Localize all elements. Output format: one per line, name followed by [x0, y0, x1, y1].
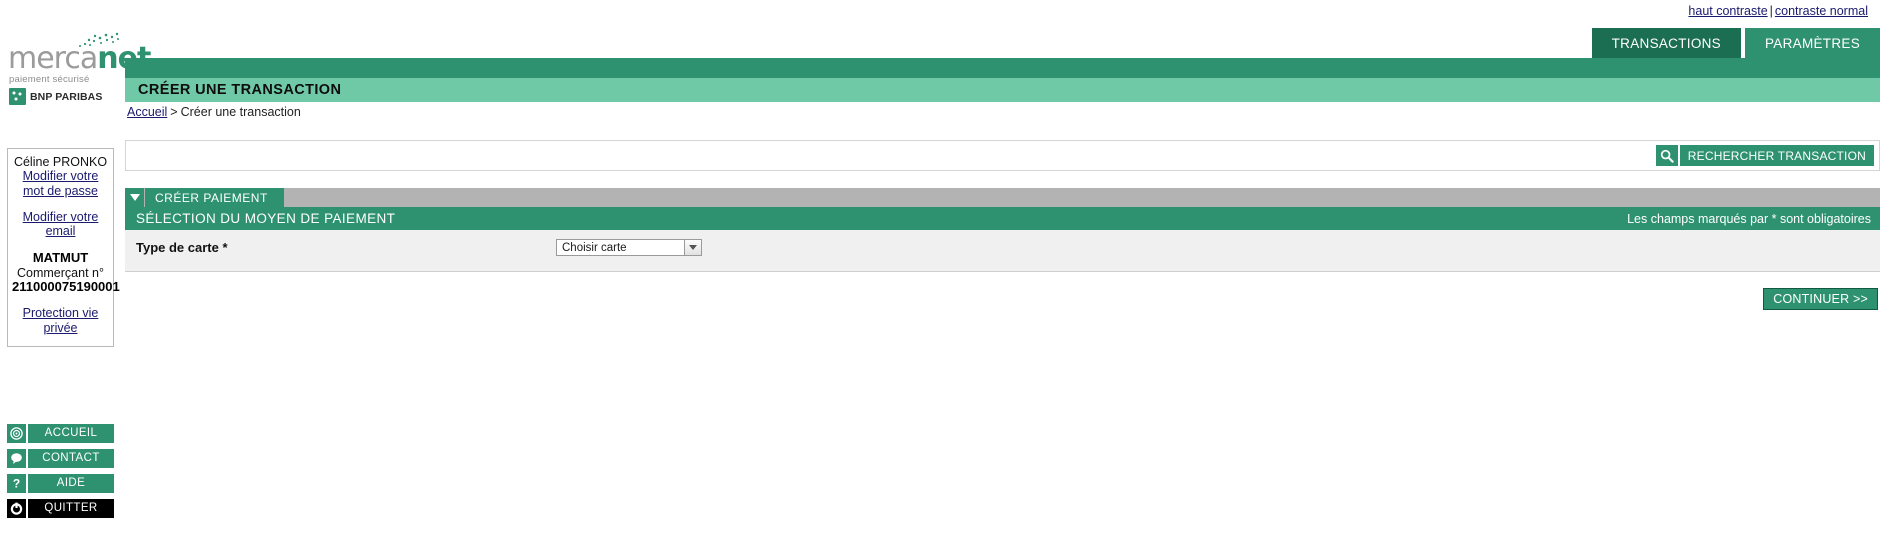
search-button-label: RECHERCHER TRANSACTION	[1679, 145, 1874, 166]
bnp-paribas-logo: BNP PARIBAS	[9, 88, 102, 105]
target-icon	[7, 424, 26, 443]
caret-down-icon[interactable]	[125, 188, 144, 207]
sidebar-item-aide-label: AIDE	[28, 474, 114, 493]
breadcrumb: Accueil > Créer une transaction	[127, 105, 301, 119]
search-input[interactable]	[126, 141, 1656, 170]
main-content: RECHERCHER TRANSACTION CRÉER PAIEMENT SÉ…	[125, 140, 1880, 310]
power-off-icon	[7, 499, 26, 518]
user-info-panel: Céline PRONKO Modifier votre mot de pass…	[7, 148, 120, 347]
sidebar-item-accueil-label: ACCUEIL	[28, 424, 114, 443]
required-fields-note: Les champs marqués par * sont obligatoir…	[1627, 211, 1871, 226]
main-navigation-tabs: TRANSACTIONS PARAMÈTRES	[1591, 28, 1880, 58]
sidebar-item-quitter[interactable]: QUITTER	[7, 499, 114, 518]
tab-parametres-label: PARAMÈTRES	[1764, 35, 1860, 51]
logo-word-merca: merca	[8, 41, 98, 76]
breadcrumb-separator: >	[170, 105, 178, 119]
mercanet-logo[interactable]: mercanet paiement sécurisé BNP PARIBAS	[6, 28, 151, 106]
sidebar-item-quitter-label: QUITTER	[28, 499, 114, 518]
tab-transactions[interactable]: TRANSACTIONS	[1591, 28, 1741, 58]
search-bar: RECHERCHER TRANSACTION	[125, 140, 1880, 171]
page-title-bar: CRÉER UNE TRANSACTION	[125, 78, 1880, 102]
card-type-label: Type de carte *	[136, 240, 228, 255]
payment-method-panel-body: Type de carte * Choisir carte	[125, 230, 1880, 272]
merchant-name: MATMUT	[32, 250, 89, 265]
sidebar-item-accueil[interactable]: ACCUEIL	[7, 424, 114, 443]
logo-tagline: paiement sécurisé	[9, 74, 90, 85]
nav-band	[125, 58, 1880, 78]
contrast-links: haut contraste | contraste normal	[1688, 4, 1868, 18]
question-mark-icon: ?	[7, 474, 26, 493]
bnp-stars-icon	[9, 88, 26, 105]
creer-paiement-section-bar: CRÉER PAIEMENT	[125, 188, 1880, 207]
creer-paiement-label: CRÉER PAIEMENT	[145, 188, 284, 207]
user-name: Céline PRONKO	[13, 155, 108, 169]
search-transaction-button[interactable]: RECHERCHER TRANSACTION	[1655, 145, 1874, 166]
card-type-row: Type de carte * Choisir carte	[125, 239, 1880, 256]
form-actions: CONTINUER >>	[125, 288, 1880, 310]
contrast-separator: |	[1769, 4, 1773, 18]
merchant-number: 211000075190001	[12, 279, 120, 295]
merchant-number-label: Commerçant n°	[17, 265, 104, 280]
normal-contrast-link[interactable]: contraste normal	[1775, 4, 1868, 18]
sidebar-item-contact[interactable]: CONTACT	[7, 449, 114, 468]
privacy-policy-link[interactable]: Protection vie privée	[12, 306, 109, 335]
tab-transactions-label: TRANSACTIONS	[1611, 35, 1721, 51]
high-contrast-link[interactable]: haut contraste	[1688, 4, 1767, 18]
card-type-selected-value: Choisir carte	[562, 241, 627, 254]
chevron-down-icon	[684, 240, 701, 255]
change-email-link[interactable]: Modifier votre email	[12, 210, 109, 239]
section-bar-fill	[283, 188, 1880, 207]
panel-title: SÉLECTION DU MOYEN DE PAIEMENT	[136, 211, 396, 226]
page-title: CRÉER UNE TRANSACTION	[138, 82, 342, 98]
search-icon	[1655, 145, 1678, 166]
sidebar-navigation: ACCUEIL CONTACT ? AIDE QUITTER	[7, 424, 114, 524]
breadcrumb-current: Créer une transaction	[180, 105, 301, 119]
continue-button[interactable]: CONTINUER >>	[1763, 288, 1878, 310]
tab-parametres[interactable]: PARAMÈTRES	[1744, 28, 1880, 58]
change-password-link[interactable]: Modifier votre mot de passe	[12, 169, 109, 198]
sidebar-item-contact-label: CONTACT	[28, 449, 114, 468]
bnp-paribas-label: BNP PARIBAS	[30, 90, 103, 103]
svg-text:?: ?	[13, 477, 20, 490]
breadcrumb-home-link[interactable]: Accueil	[127, 105, 167, 119]
payment-method-panel-header: SÉLECTION DU MOYEN DE PAIEMENT Les champ…	[125, 207, 1880, 230]
sidebar-item-aide[interactable]: ? AIDE	[7, 474, 114, 493]
card-type-select[interactable]: Choisir carte	[556, 239, 702, 256]
speech-bubble-icon	[7, 449, 26, 468]
